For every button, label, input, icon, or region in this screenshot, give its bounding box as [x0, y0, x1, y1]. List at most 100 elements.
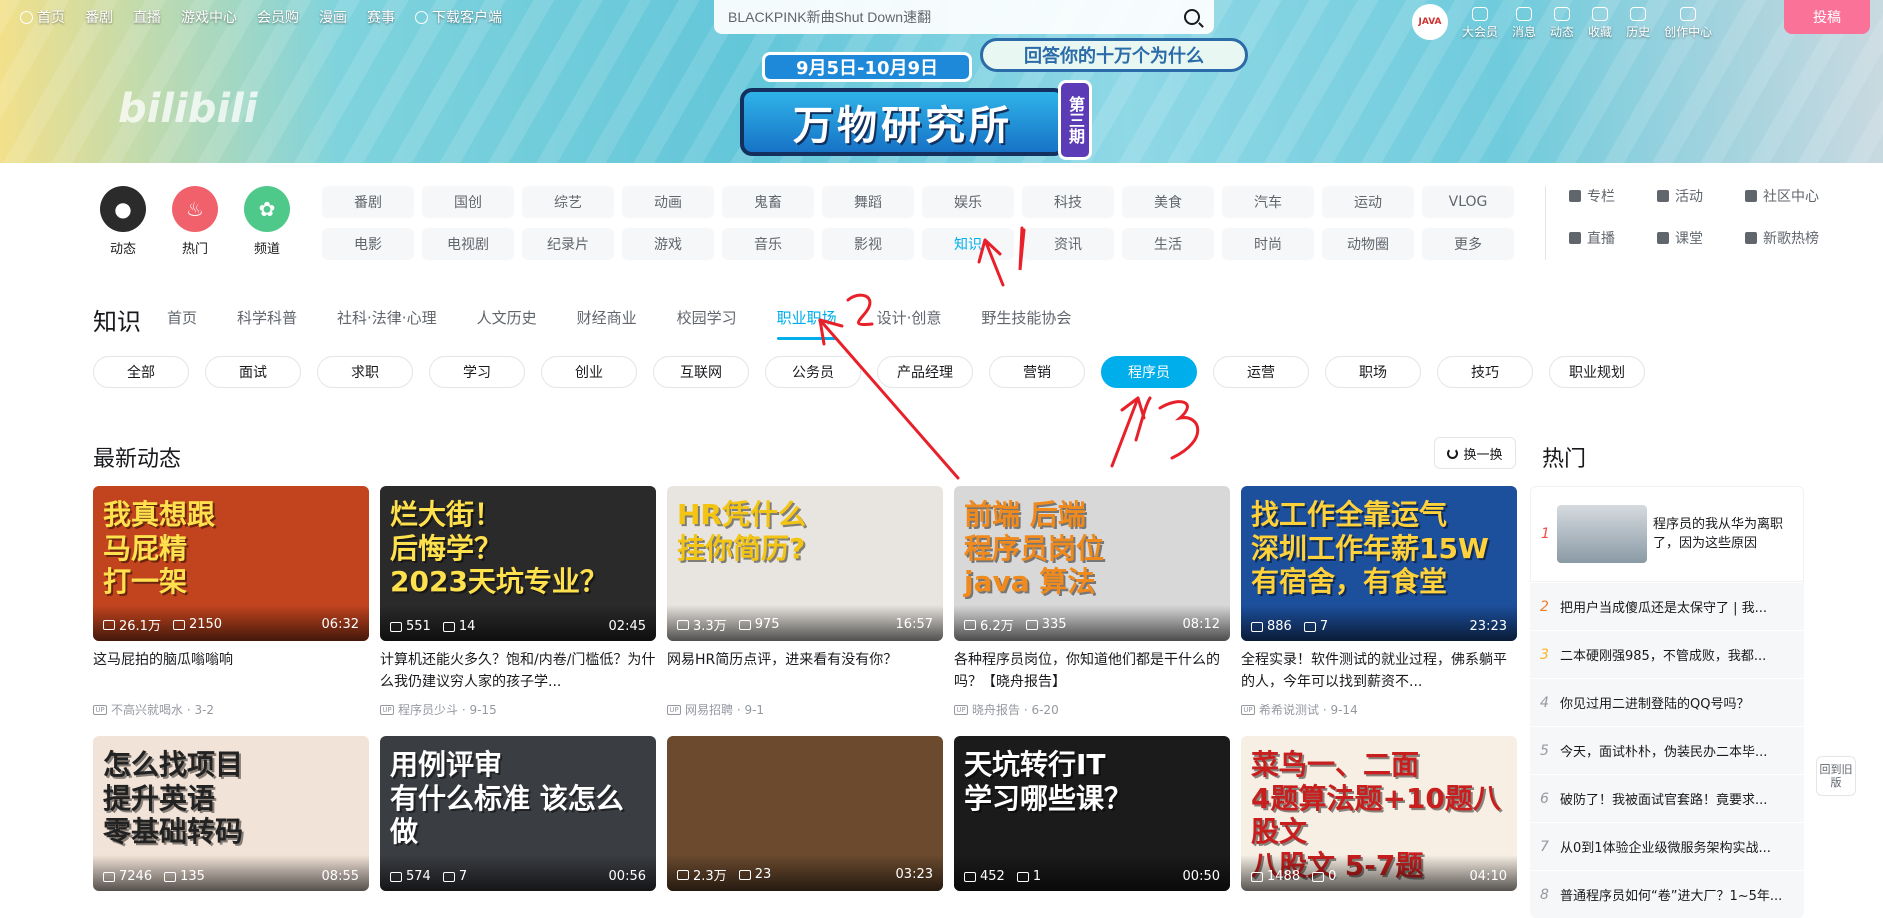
subnav-item[interactable]: 校园学习: [677, 307, 737, 332]
link-community[interactable]: 社区中心: [1745, 186, 1833, 206]
video-title[interactable]: 这马屁拍的脑瓜嗡嗡响: [93, 649, 369, 693]
uploader-name[interactable]: 晓舟报告: [972, 701, 1020, 718]
category-item[interactable]: 动画: [622, 186, 714, 218]
category-item[interactable]: VLOG: [1422, 186, 1514, 218]
quick-hot[interactable]: ♨ 热门: [165, 186, 225, 257]
uploader-name[interactable]: 不高兴就喝水: [111, 701, 183, 718]
category-item[interactable]: 动物圈: [1322, 228, 1414, 260]
category-item[interactable]: 音乐: [722, 228, 814, 260]
user-avatar[interactable]: JAVA: [1412, 4, 1448, 40]
nav-dynamics[interactable]: 动态: [1550, 7, 1574, 40]
category-item[interactable]: 汽车: [1222, 186, 1314, 218]
category-item[interactable]: 时尚: [1222, 228, 1314, 260]
category-item[interactable]: 电视剧: [422, 228, 514, 260]
video-card[interactable]: 用例评审 有什么标准 该怎么做 574 7 00:56: [380, 736, 656, 891]
video-card[interactable]: 前端 后端 程序员岗位 java 算法 6.2万 335 08:12 各种程序员岗位，你…: [954, 486, 1230, 718]
category-item[interactable]: 运动: [1322, 186, 1414, 218]
video-thumbnail[interactable]: 菜鸟一、二面 4题算法题+10题八股文 八股文 5-7题1488004:10: [1241, 736, 1517, 891]
nav-game-center[interactable]: 游戏中心: [181, 7, 237, 27]
category-item[interactable]: 影视: [822, 228, 914, 260]
nav-history[interactable]: 历史: [1626, 7, 1650, 40]
video-card[interactable]: 烂大街！ 后悔学？ 2023天坑专业？ 551 14 02:45 计算机还能火多久？饱和…: [380, 486, 656, 718]
category-item[interactable]: 番剧: [322, 186, 414, 218]
tag-chip[interactable]: 公务员: [765, 356, 861, 388]
subnav-item[interactable]: 首页: [167, 307, 197, 332]
subnav-item[interactable]: 科学科普: [237, 307, 297, 332]
subnav-item[interactable]: 财经商业: [577, 307, 637, 332]
tag-chip[interactable]: 产品经理: [877, 356, 973, 388]
hot-item[interactable]: 8 普通程序员如何“卷”进大厂？1~5年...: [1530, 870, 1804, 918]
hot-item-featured[interactable]: 1 程序员的我从华为离职了，因为这些原因: [1530, 486, 1804, 582]
event-title[interactable]: 万物研究所: [740, 88, 1066, 156]
video-card[interactable]: 2.3万 23 03:23: [667, 736, 943, 891]
video-title[interactable]: 网易HR简历点评，进来看有没有你？: [667, 649, 943, 693]
tag-chip[interactable]: 技巧: [1437, 356, 1533, 388]
quick-channel[interactable]: ✿ 频道: [237, 186, 297, 257]
category-item[interactable]: 娱乐: [922, 186, 1014, 218]
nav-home[interactable]: 首页: [20, 7, 65, 27]
tag-chip[interactable]: 创业: [541, 356, 637, 388]
hot-item[interactable]: 2 把用户当成傻瓜还是太保守了 | 我...: [1530, 582, 1804, 630]
upload-button[interactable]: 投稿: [1784, 0, 1870, 34]
tag-chip[interactable]: 营销: [989, 356, 1085, 388]
category-item[interactable]: 纪录片: [522, 228, 614, 260]
video-card[interactable]: 找工作全靠运气 深圳工作年薪15W 有宿舍，有食堂 886 7 23:23 全程实录！软…: [1241, 486, 1517, 718]
hot-thumbnail[interactable]: [1557, 505, 1647, 563]
link-column[interactable]: 专栏: [1569, 186, 1657, 206]
link-live[interactable]: 直播: [1569, 228, 1657, 248]
bilibili-logo[interactable]: bilibili: [118, 86, 258, 132]
category-item[interactable]: 电影: [322, 228, 414, 260]
nav-mall[interactable]: 会员购: [257, 7, 299, 27]
tag-chip[interactable]: 运营: [1213, 356, 1309, 388]
link-course[interactable]: 课堂: [1657, 228, 1745, 248]
video-card[interactable]: 菜鸟一、二面 4题算法题+10题八股文 八股文 5-7题1488004:10: [1241, 736, 1517, 891]
video-thumbnail[interactable]: 找工作全靠运气 深圳工作年薪15W 有宿舍，有食堂 886 7 23:23: [1241, 486, 1517, 641]
nav-download[interactable]: 下载客户端: [415, 7, 502, 27]
tag-chip[interactable]: 职业规划: [1549, 356, 1645, 388]
search-input[interactable]: [728, 9, 1184, 25]
category-item[interactable]: 鬼畜: [722, 186, 814, 218]
category-item[interactable]: 游戏: [622, 228, 714, 260]
subnav-item[interactable]: 社科·法律·心理: [337, 307, 437, 332]
tag-chip[interactable]: 程序员: [1101, 356, 1197, 388]
video-card[interactable]: 我真想跟 马屁精 打一架 26.1万 2150 06:32 这马屁拍的脑瓜嗡嗡响 UP 不高…: [93, 486, 369, 718]
back-to-old-button[interactable]: 回到旧版: [1816, 756, 1856, 796]
video-card[interactable]: 天坑转行IT 学习哪些课？ 452 1 00:50: [954, 736, 1230, 891]
nav-favorites[interactable]: 收藏: [1588, 7, 1612, 40]
link-activity[interactable]: 活动: [1657, 186, 1745, 206]
category-item[interactable]: 资讯: [1022, 228, 1114, 260]
video-card[interactable]: HR凭什么 挂你简历? 3.3万 975 16:57 网易HR简历点评，进来看有没有你？…: [667, 486, 943, 718]
video-thumbnail[interactable]: 前端 后端 程序员岗位 java 算法 6.2万 335 08:12: [954, 486, 1230, 641]
video-title[interactable]: 各种程序员岗位，你知道他们都是干什么的吗？【晓舟报告】: [954, 649, 1230, 693]
video-title[interactable]: 计算机还能火多久？饱和/内卷/门槛低？为什么我仍建议穷人家的孩子学...: [380, 649, 656, 693]
subnav-item[interactable]: 人文历史: [477, 307, 537, 332]
video-thumbnail[interactable]: 怎么找项目 提升英语 零基础转码 7246 135 08:55: [93, 736, 369, 891]
uploader-name[interactable]: 网易招聘: [685, 701, 733, 718]
video-thumbnail[interactable]: HR凭什么 挂你简历? 3.3万 975 16:57: [667, 486, 943, 641]
subnav-item[interactable]: 野生技能协会: [981, 307, 1071, 332]
category-item[interactable]: 生活: [1122, 228, 1214, 260]
tag-chip[interactable]: 面试: [205, 356, 301, 388]
hot-item[interactable]: 5 今天，面试朴朴，伪装民办二本毕...: [1530, 726, 1804, 774]
nav-vip[interactable]: 大会员: [1462, 7, 1498, 40]
category-item[interactable]: 科技: [1022, 186, 1114, 218]
hot-item[interactable]: 3 二本硬刚强985，不管成败，我都...: [1530, 630, 1804, 678]
category-item[interactable]: 知识: [922, 228, 1014, 260]
tag-chip[interactable]: 职场: [1325, 356, 1421, 388]
nav-messages[interactable]: 消息: [1512, 7, 1536, 40]
nav-esports[interactable]: 赛事: [367, 7, 395, 27]
nav-creator[interactable]: 创作中心: [1664, 7, 1712, 40]
quick-dynamic[interactable]: ● 动态: [93, 186, 153, 257]
uploader-name[interactable]: 希希说测试: [1259, 701, 1319, 718]
tag-chip[interactable]: 求职: [317, 356, 413, 388]
video-title[interactable]: 全程实录！软件测试的就业过程，佛系躺平的人，今年可以找到薪资不...: [1241, 649, 1517, 693]
tag-chip[interactable]: 学习: [429, 356, 525, 388]
video-thumbnail[interactable]: 用例评审 有什么标准 该怎么做 574 7 00:56: [380, 736, 656, 891]
nav-bangumi[interactable]: 番剧: [85, 7, 113, 27]
subnav-item[interactable]: 职业职场: [776, 307, 837, 340]
refresh-button[interactable]: 换一换: [1434, 437, 1516, 469]
video-thumbnail[interactable]: 我真想跟 马屁精 打一架 26.1万 2150 06:32: [93, 486, 369, 641]
hot-item[interactable]: 4 你见过用二进制登陆的QQ号吗？: [1530, 678, 1804, 726]
uploader-name[interactable]: 程序员少斗: [398, 701, 458, 718]
subnav-item[interactable]: 设计·创意: [877, 307, 942, 332]
